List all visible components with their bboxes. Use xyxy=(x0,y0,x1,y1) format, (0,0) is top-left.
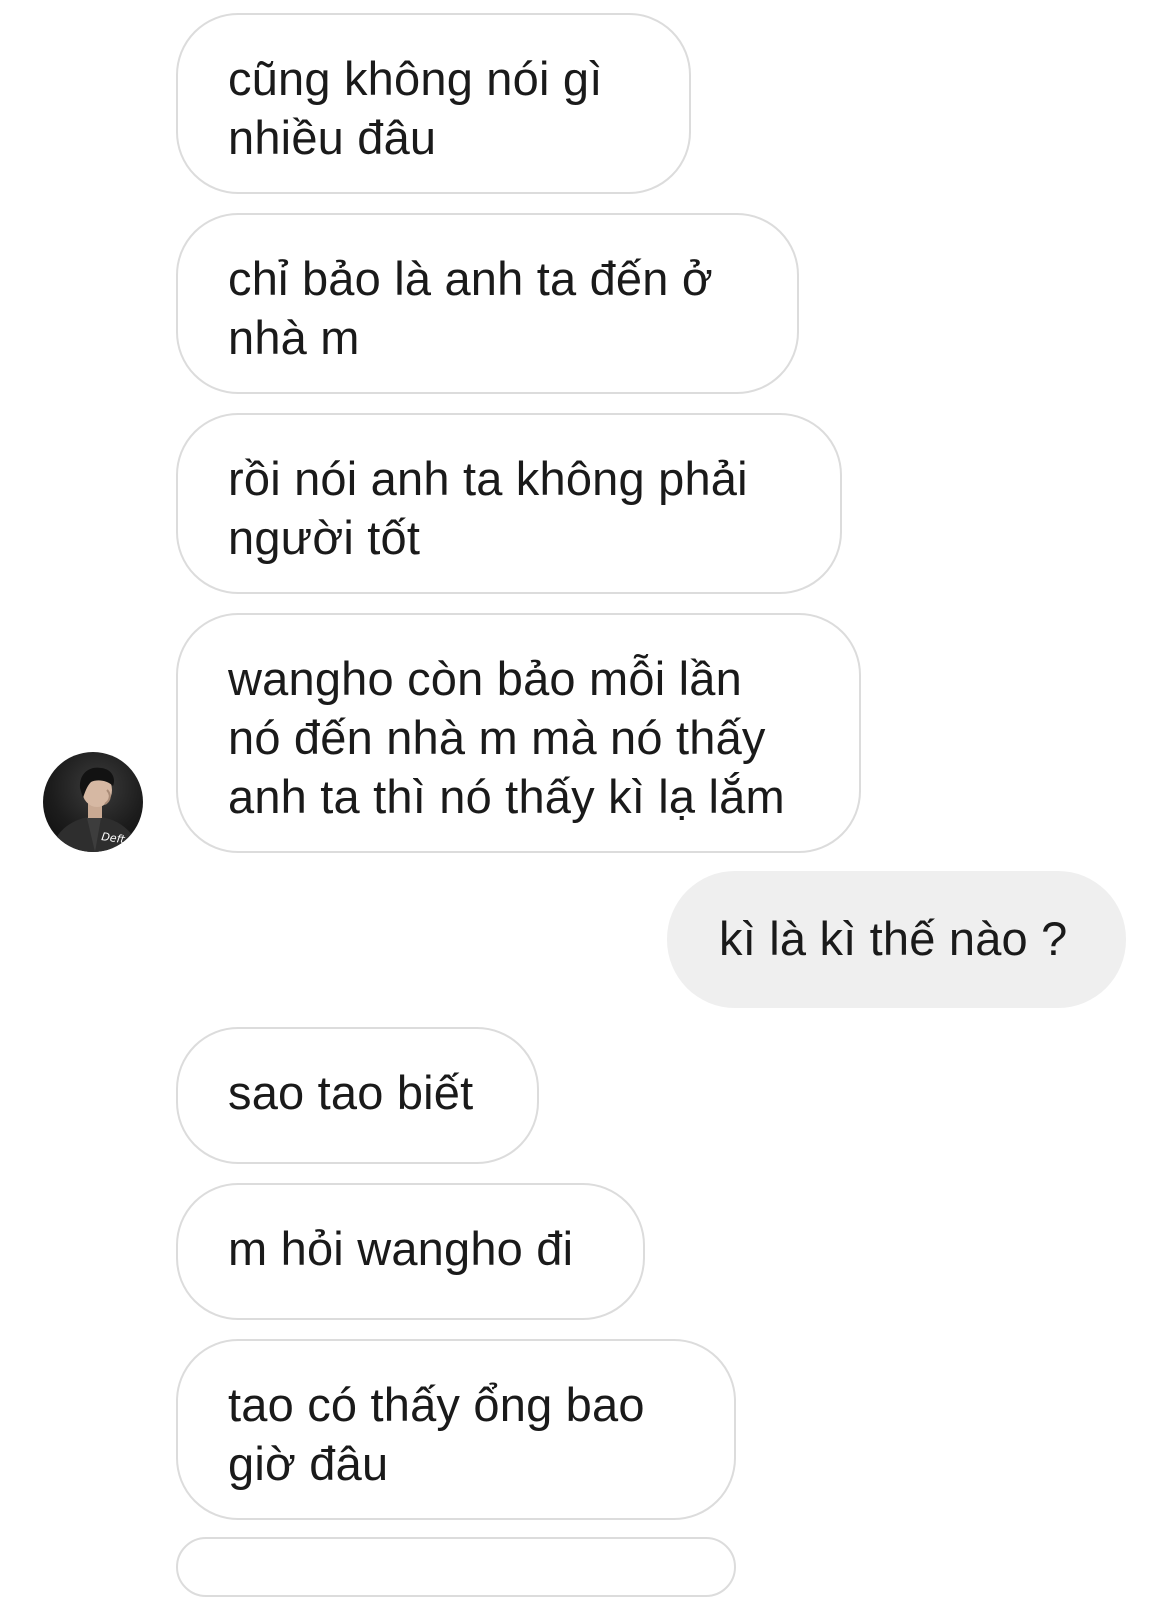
message-bubble-incoming[interactable]: cũng không nói gì nhiều đâu xyxy=(176,13,691,194)
sender-avatar[interactable]: Deft xyxy=(43,752,143,852)
profile-photo-icon: Deft xyxy=(51,767,139,852)
message-bubble-incoming[interactable]: m hỏi wangho đi xyxy=(176,1183,645,1320)
message-bubble-incoming[interactable]: rồi nói anh ta không phải người tốt xyxy=(176,413,842,594)
message-bubble-incoming-partial[interactable] xyxy=(176,1537,736,1597)
message-bubble-outgoing[interactable]: kì là kì thế nào ? xyxy=(667,871,1126,1008)
message-bubble-incoming[interactable]: sao tao biết xyxy=(176,1027,539,1164)
message-bubble-incoming[interactable]: tao có thấy ổng bao giờ đâu xyxy=(176,1339,736,1520)
message-bubble-incoming[interactable]: chỉ bảo là anh ta đến ở nhà m xyxy=(176,213,799,394)
message-bubble-incoming[interactable]: wangho còn bảo mỗi lần nó đến nhà m mà n… xyxy=(176,613,861,853)
